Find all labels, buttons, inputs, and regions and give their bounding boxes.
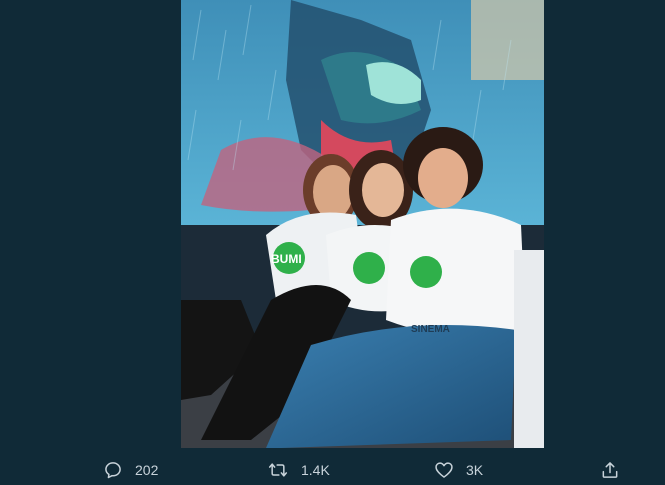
reply-button[interactable]: 202 [103,455,158,485]
share-button[interactable] [600,455,620,485]
reply-icon [103,460,123,480]
tweet-media-view: BUMI SINEMA 202 1.4K 3K [0,0,665,485]
retweet-button[interactable]: 1.4K [267,455,330,485]
heart-icon [434,460,454,480]
photo-illustration: BUMI SINEMA [181,0,544,448]
share-icon [600,460,620,480]
retweet-count: 1.4K [301,462,330,478]
tweet-photo[interactable]: BUMI SINEMA [181,0,544,448]
retweet-icon [267,460,289,480]
reply-count: 202 [135,462,159,478]
like-button[interactable]: 3K [434,455,483,485]
hoodie-print-text: SINEMA [411,324,450,335]
hoodie-logo-text: BUMI [271,252,302,266]
like-count: 3K [466,462,484,478]
tweet-action-bar: 202 1.4K 3K [0,455,665,485]
